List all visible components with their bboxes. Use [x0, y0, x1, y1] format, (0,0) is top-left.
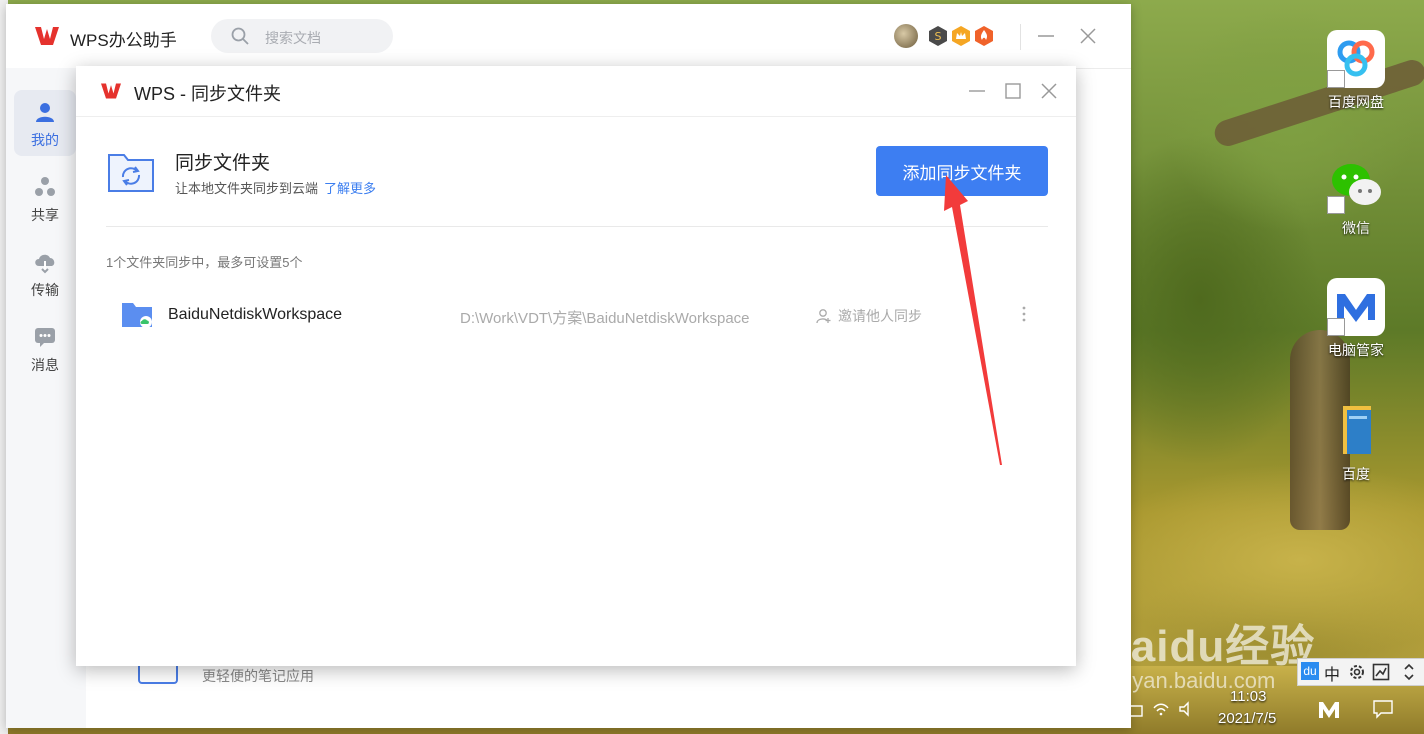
close-icon[interactable]: [1039, 81, 1059, 101]
header-divider: [106, 226, 1048, 227]
learn-more-link[interactable]: 了解更多: [324, 181, 376, 196]
vip-crown-icon[interactable]: [951, 25, 971, 47]
dialog-titlebar: WPS - 同步文件夹: [76, 66, 1076, 117]
folder-name: BaiduNetdiskWorkspace: [168, 306, 343, 323]
gear-icon[interactable]: [1348, 663, 1366, 681]
sidebar-item-mine[interactable]: 我的: [14, 90, 76, 156]
dialog-title: WPS - 同步文件夹: [134, 84, 281, 104]
sync-count-text: 1个文件夹同步中，最多可设置5个: [106, 255, 303, 270]
baidu-netdisk-icon: [1327, 30, 1385, 88]
wechat-icon: [1327, 156, 1385, 214]
share-icon: [35, 177, 55, 196]
ime-toolbar[interactable]: du 中: [1297, 658, 1424, 686]
shortcut-arrow-icon: [1327, 196, 1345, 214]
sidebar-item-messages[interactable]: 消息: [14, 315, 76, 381]
svg-text:S: S: [935, 30, 942, 43]
add-user-icon: [816, 309, 831, 324]
desktop-icon-label: 百度网盘: [1328, 94, 1384, 110]
folder-path: D:\Work\VDT\方案\BaiduNetdiskWorkspace: [460, 310, 750, 327]
shortcut-arrow-icon: [1327, 70, 1345, 88]
desktop-icon-label: 微信: [1342, 220, 1370, 236]
header-title: 同步文件夹: [175, 153, 271, 174]
sync-folder-icon: [108, 154, 154, 192]
ime-logo[interactable]: du: [1301, 662, 1319, 680]
pc-manager-icon: [1327, 278, 1385, 336]
header-subtitle-text: 让本地文件夹同步到云端: [175, 181, 319, 196]
avatar[interactable]: [894, 24, 918, 48]
message-icon: [35, 328, 55, 347]
sidebar-item-label: 传输: [31, 282, 59, 298]
wps-logo-icon: [101, 83, 121, 99]
invite-sync-button[interactable]: 邀请他人同步: [816, 306, 922, 326]
book-icon: [1327, 402, 1385, 460]
member-badge-icon[interactable]: S: [928, 25, 948, 47]
close-icon[interactable]: [1078, 26, 1098, 46]
notes-app-desc: 更轻便的笔记应用: [202, 668, 314, 684]
desktop-icon-label: 百度: [1342, 466, 1370, 482]
shortcut-arrow-icon: [1327, 318, 1345, 336]
pc-manager-tray-icon[interactable]: [1317, 698, 1341, 720]
sidebar-item-transfer[interactable]: 传输: [14, 240, 76, 306]
taskbar-time[interactable]: 11:03: [1230, 688, 1266, 705]
sidebar-item-share[interactable]: 共享: [14, 165, 76, 231]
desktop-icon-baidu[interactable]: 百度: [1311, 402, 1401, 484]
maximize-icon[interactable]: [1004, 82, 1022, 100]
taskbar-date[interactable]: 2021/7/5: [1218, 710, 1276, 727]
list-item[interactable]: BaiduNetdiskWorkspace D:\Work\VDT\方案\Bai…: [106, 292, 1048, 336]
add-sync-folder-button[interactable]: 添加同步文件夹: [876, 146, 1048, 196]
skin-icon[interactable]: [1372, 663, 1390, 681]
search-icon: [231, 27, 249, 45]
ime-language-toggle[interactable]: 中: [1324, 661, 1340, 685]
notification-icon[interactable]: [1372, 699, 1394, 719]
minimize-icon[interactable]: [968, 82, 986, 100]
main-topbar: WPS办公助手 搜索文档 S: [6, 4, 1131, 69]
sidebar-item-label: 消息: [31, 357, 59, 373]
flame-badge-icon[interactable]: [974, 25, 994, 47]
desktop-icon-baidu-netdisk[interactable]: 百度网盘: [1311, 30, 1401, 112]
sidebar: 我的 共享 传输 消息: [6, 68, 86, 728]
user-icon: [36, 103, 54, 122]
sidebar-item-label: 共享: [31, 207, 59, 223]
main-window-title: WPS办公助手: [70, 31, 177, 50]
sidebar-item-label: 我的: [31, 132, 59, 148]
minimize-icon[interactable]: [1036, 26, 1056, 46]
watermark-logo: Baidu经验: [1098, 622, 1316, 671]
invite-label: 邀请他人同步: [838, 308, 922, 324]
search-input[interactable]: 搜索文档: [211, 19, 393, 53]
desktop-icon-label: 电脑管家: [1328, 342, 1384, 358]
desktop-icon-pc-manager[interactable]: 电脑管家: [1311, 278, 1401, 360]
folder-icon: [122, 303, 152, 328]
header-subtitle: 让本地文件夹同步到云端 了解更多: [175, 178, 376, 197]
battery-icon[interactable]: [1128, 702, 1146, 720]
wps-logo-icon: [35, 27, 59, 45]
sync-folder-dialog: WPS - 同步文件夹 同步文件夹 让本地文件夹同步到云端 了解更多 添加同步文件…: [76, 66, 1076, 666]
wifi-icon[interactable]: [1152, 700, 1170, 718]
desktop-icon-wechat[interactable]: 微信: [1311, 156, 1401, 238]
more-options-icon[interactable]: [1018, 304, 1030, 324]
cloud-transfer-icon: [35, 254, 55, 274]
volume-icon[interactable]: [1178, 700, 1196, 718]
search-placeholder: 搜索文档: [265, 30, 321, 46]
topbar-separator: [1020, 24, 1021, 50]
ime-more-icon[interactable]: [1402, 662, 1416, 682]
